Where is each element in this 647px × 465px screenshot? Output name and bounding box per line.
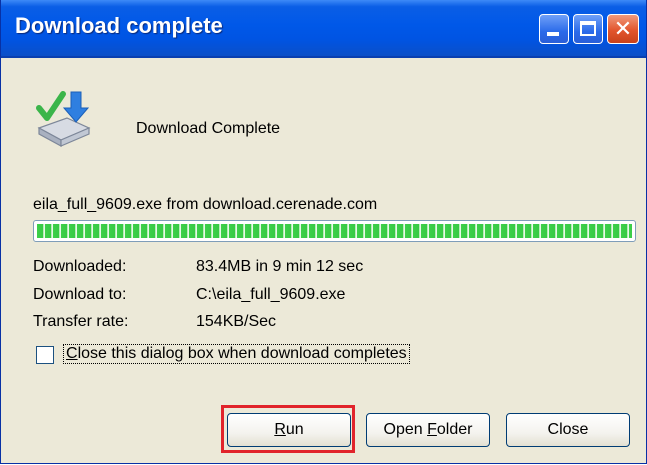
close-when-complete-label[interactable]: Close this dialog box when download comp… (63, 344, 410, 364)
downloaded-label: Downloaded: (33, 258, 127, 275)
download-to-label: Download to: (33, 286, 127, 303)
download-complete-icon (36, 91, 91, 148)
download-complete-dialog: Download complete ✕ Download Complete ei… (0, 0, 647, 464)
header-label: Download Complete (136, 120, 281, 137)
download-source: eila_full_9609.exe from download.cerenad… (33, 196, 378, 213)
run-button[interactable]: Run (227, 413, 351, 447)
close-button[interactable]: Close (506, 413, 630, 447)
download-to-value: C:\eila_full_9609.exe (196, 286, 346, 303)
title-bar[interactable]: Download complete ✕ (1, 0, 646, 58)
close-when-complete-checkbox[interactable] (36, 346, 54, 364)
maximize-button[interactable] (573, 14, 603, 44)
progress-track (37, 224, 632, 238)
close-icon: ✕ (613, 16, 633, 41)
minimize-icon (547, 32, 559, 36)
transfer-rate-value: 154KB/Sec (196, 313, 277, 330)
progress-bar (33, 220, 636, 242)
window-title: Download complete (15, 13, 223, 38)
open-folder-button[interactable]: Open Folder (366, 413, 490, 447)
close-window-button[interactable]: ✕ (607, 14, 639, 44)
maximize-icon (580, 21, 596, 36)
transfer-rate-label: Transfer rate: (33, 313, 129, 330)
progress-fill (37, 224, 632, 238)
downloaded-value: 83.4MB in 9 min 12 sec (196, 258, 364, 275)
minimize-button[interactable] (539, 14, 569, 44)
